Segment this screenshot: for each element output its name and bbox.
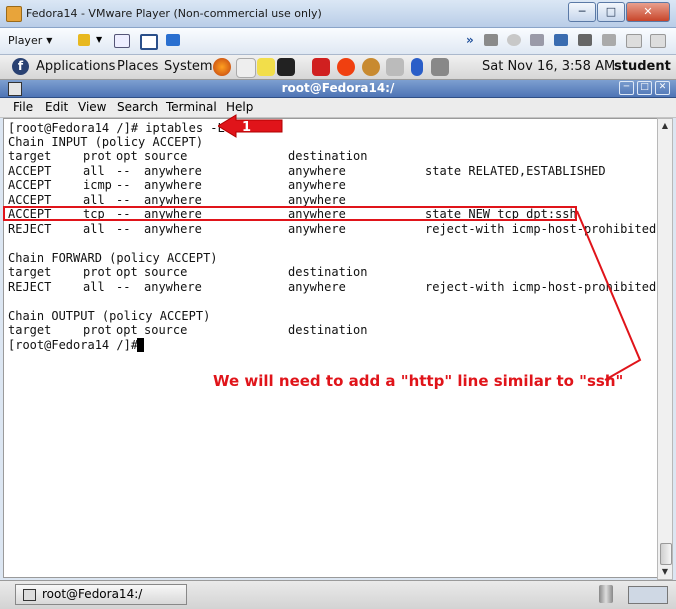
terminal-minimize-button[interactable]: ─ — [619, 81, 634, 95]
bluetooth-icon[interactable] — [411, 58, 423, 76]
floppy-icon[interactable] — [530, 34, 544, 46]
smiley-icon[interactable] — [362, 58, 380, 76]
terminal-maximize-button[interactable]: □ — [637, 81, 652, 95]
scroll-up-icon[interactable]: ▲ — [660, 121, 670, 131]
table-row: REJECT all -- anywhere anywhere reject-with i… — [8, 222, 657, 236]
vmware-title-bar: Fedora14 - VMware Player (Non-commercial… — [0, 0, 676, 28]
terminal-close-button[interactable]: ✕ — [655, 81, 670, 95]
applications-menu[interactable]: Applications — [36, 59, 115, 74]
evolution-icon[interactable] — [236, 58, 256, 78]
update-alert-icon[interactable] — [312, 58, 330, 76]
terminal-scrollbar[interactable]: ▲ ▼ — [657, 118, 673, 580]
chevron-down-icon[interactable]: ▼ — [96, 35, 102, 44]
player-menu-button[interactable]: Player ▼ — [8, 32, 52, 49]
firefox-icon[interactable] — [213, 58, 231, 76]
terminal-cursor — [137, 338, 144, 352]
chain-header: Chain OUTPUT (policy ACCEPT) — [8, 309, 211, 323]
terminal-title: root@Fedora14:/ — [281, 81, 395, 95]
chain-header: Chain INPUT (policy ACCEPT) — [8, 135, 204, 149]
menu-edit[interactable]: Edit — [45, 100, 68, 114]
workspace-switcher-icon[interactable] — [628, 586, 668, 604]
places-menu[interactable]: Places — [117, 59, 158, 74]
gnome-bottom-panel: root@Fedora14:/ — [0, 580, 676, 609]
scrollbar-thumb[interactable] — [660, 543, 672, 565]
hard-disk-icon[interactable] — [484, 34, 498, 46]
terminal-launcher-icon[interactable] — [277, 58, 295, 76]
chain-header: Chain FORWARD (policy ACCEPT) — [8, 251, 218, 265]
fedora-logo-icon: f — [12, 58, 29, 75]
chevron-down-icon: ▼ — [46, 36, 53, 45]
menu-search[interactable]: Search — [117, 100, 158, 114]
volume-icon[interactable] — [386, 58, 404, 76]
settings-alert-icon[interactable] — [337, 58, 355, 76]
taskbar-terminal-label: root@Fedora14:/ — [42, 587, 143, 601]
vmware-window-title: Fedora14 - VMware Player (Non-commercial… — [26, 7, 322, 20]
callout-connector — [576, 210, 642, 381]
close-button[interactable]: ✕ — [626, 2, 670, 22]
vmware-toolbar: Player ▼ ▼ » — [0, 28, 676, 55]
minimize-button[interactable]: ─ — [568, 2, 596, 22]
message-icon[interactable] — [626, 34, 642, 48]
column-header-row: target prot opt source destination — [8, 149, 368, 163]
window-icon[interactable] — [650, 34, 666, 48]
pause-icon[interactable] — [78, 34, 90, 46]
table-row: REJECT all -- anywhere anywhere reject-with i… — [8, 280, 657, 294]
panel-user[interactable]: student — [614, 59, 671, 74]
command-line: [root@Fedora14 /]# iptables -L — [8, 121, 225, 135]
maximize-button[interactable]: □ — [597, 2, 625, 22]
sound-icon[interactable] — [602, 34, 616, 46]
player-menu-label: Player — [8, 34, 43, 47]
network-adapter-icon[interactable] — [554, 34, 568, 46]
column-header-row: target prot opt source destination — [8, 265, 368, 279]
scroll-down-icon[interactable]: ▼ — [660, 567, 670, 577]
unity-icon[interactable] — [166, 34, 180, 46]
panel-clock[interactable]: Sat Nov 16, 3:58 AM — [482, 59, 615, 74]
taskbar-terminal-button[interactable]: root@Fedora14:/ — [15, 584, 187, 605]
terminal-menu-bar: File Edit View Search Terminal Help — [0, 98, 676, 118]
step-arrow-icon: 1 — [218, 114, 283, 138]
menu-help[interactable]: Help — [226, 100, 253, 114]
cd-drive-icon[interactable] — [507, 34, 521, 46]
menu-view[interactable]: View — [78, 100, 106, 114]
terminal-window-icon — [23, 589, 36, 601]
menu-file[interactable]: File — [13, 100, 33, 114]
fullscreen-icon[interactable] — [140, 34, 158, 50]
network-status-icon[interactable] — [431, 58, 449, 76]
menu-terminal[interactable]: Terminal — [166, 100, 217, 114]
column-header-row: target prot opt source destination — [8, 323, 368, 337]
table-row: ACCEPT all -- anywhere anywhere state RELATED… — [8, 164, 606, 178]
step-number: 1 — [242, 120, 251, 135]
annotation-note: We will need to add a "http" line simila… — [213, 372, 624, 390]
ssh-highlight-box — [3, 206, 577, 221]
printer-icon[interactable] — [578, 34, 592, 46]
text-editor-icon[interactable] — [257, 58, 275, 76]
system-menu[interactable]: System — [164, 59, 212, 74]
prompt-line: [root@Fedora14 /]# — [8, 338, 146, 352]
double-chevron-right-icon[interactable]: » — [466, 33, 474, 47]
trash-icon[interactable] — [599, 585, 613, 603]
network-icon[interactable] — [114, 34, 130, 48]
vmware-player-icon — [6, 6, 22, 22]
table-row: ACCEPT icmp -- anywhere anywhere — [8, 178, 346, 192]
gnome-top-panel: f Applications Places System Sat Nov 16,… — [0, 55, 676, 80]
terminal-title-bar: root@Fedora14:/ ─ □ ✕ — [0, 80, 676, 98]
